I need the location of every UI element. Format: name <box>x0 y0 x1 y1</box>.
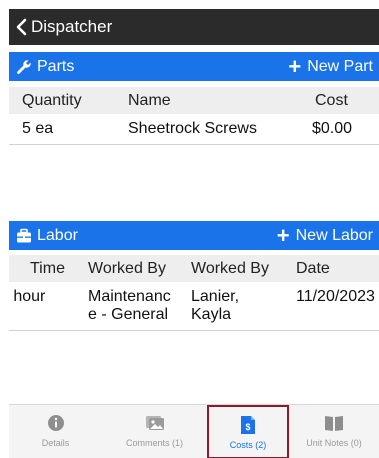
plus-icon: + <box>276 222 290 248</box>
quantity-cell: 5 ea <box>22 120 54 137</box>
bottom-tab-bar: Details Comments (1) $ Costs (2) Unit No… <box>9 404 379 458</box>
chevron-left-icon <box>16 18 27 36</box>
new-part-label: New Part <box>307 57 373 75</box>
image-icon <box>145 416 164 430</box>
back-label: Dispatcher <box>31 17 113 36</box>
labor-title: Labor <box>37 226 78 244</box>
row-divider <box>9 144 379 145</box>
cost-document-icon: $ <box>241 416 255 434</box>
column-header: Worked By <box>88 260 166 277</box>
new-part-button[interactable]: + New Part <box>288 53 379 79</box>
tab-details[interactable]: Details <box>9 405 102 458</box>
parts-table-header: Quantity Name Cost <box>9 87 379 114</box>
column-header: Quantity <box>22 92 82 109</box>
new-labor-button[interactable]: + New Labor <box>276 222 379 248</box>
labor-table-header: Time Worked By Worked By Date <box>9 255 379 282</box>
plus-icon: + <box>288 53 302 79</box>
worked-by-cell: Lanier, Kayla <box>191 288 240 323</box>
parts-title: Parts <box>37 57 75 75</box>
cost-cell: $0.00 <box>312 120 353 137</box>
wrench-icon <box>17 59 31 74</box>
table-row[interactable]: 5 ea Sheetrock Screws $0.00 <box>9 115 379 143</box>
tab-label: Details <box>41 438 70 448</box>
row-divider <box>9 330 379 331</box>
name-cell: Sheetrock Screws <box>128 120 257 137</box>
briefcase-icon <box>17 228 31 242</box>
tab-label: Costs (2) <box>229 440 267 450</box>
info-icon <box>47 415 64 431</box>
labor-section-bar: Labor + New Labor <box>9 221 379 250</box>
tab-label: Comments (1) <box>125 438 183 448</box>
svg-text:$: $ <box>245 422 250 432</box>
column-header: Name <box>128 92 171 109</box>
time-cell: 1 hour <box>9 288 46 305</box>
worked-by-cell: Maintenanc e - General <box>88 288 171 323</box>
parts-section-bar: Parts + New Part <box>9 52 379 81</box>
table-row[interactable]: 1 hour Maintenanc e - General Lanier, Ka… <box>9 283 379 329</box>
date-cell: 11/20/2023 <box>296 288 375 305</box>
top-bar: Dispatcher <box>9 9 379 45</box>
new-labor-label: New Labor <box>295 226 373 244</box>
column-header: Date <box>296 260 330 277</box>
tab-unit-notes[interactable]: Unit Notes (0) <box>289 405 379 458</box>
back-button[interactable]: Dispatcher <box>9 17 112 37</box>
column-header: Worked By <box>191 260 269 277</box>
book-icon <box>325 416 343 431</box>
tab-comments[interactable]: Comments (1) <box>102 405 207 458</box>
column-header: Cost <box>315 92 348 109</box>
tab-costs[interactable]: $ Costs (2) <box>207 405 289 458</box>
tab-label: Unit Notes (0) <box>306 438 362 448</box>
column-header: Time <box>30 260 65 277</box>
